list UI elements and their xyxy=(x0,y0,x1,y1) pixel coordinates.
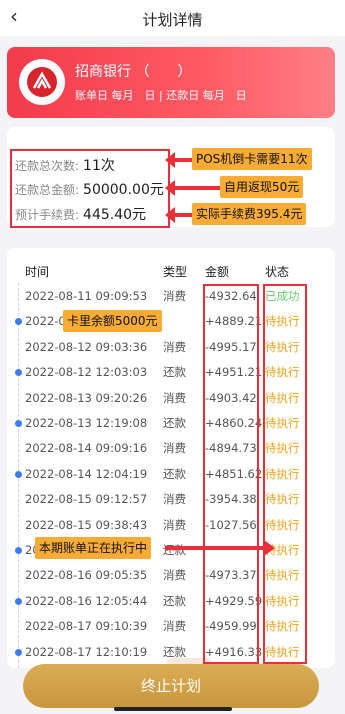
page-title: 计划详情 xyxy=(142,11,203,29)
arrow-executing xyxy=(165,540,275,556)
arrow-cashback xyxy=(165,180,220,196)
timeline-dot xyxy=(15,648,22,656)
summary-row-fee: 预计手续费: 445.40元 xyxy=(15,207,147,223)
summary-row-amount: 还款总金额: 50000.00元 xyxy=(15,182,164,198)
timeline-dot xyxy=(15,420,22,427)
row-time: 2022-08-16 12:05:44 xyxy=(25,593,148,608)
timeline-dot xyxy=(15,597,22,605)
row-type: 消费 xyxy=(163,441,186,456)
row-time: 2022-08-15 09:12:57 xyxy=(25,492,148,507)
row-time: 2022-08-12 09:03:36 xyxy=(25,339,148,354)
nav-bar: ‹ 计划详情 xyxy=(0,0,345,36)
row-time: 2022-08-14 09:09:16 xyxy=(25,441,148,456)
timeline-dot xyxy=(15,547,22,554)
row-time: 2022-08-11 09:09:53 xyxy=(25,289,148,303)
row-type: 消费 xyxy=(163,339,186,354)
bank-billing-info: 账单日 每月 日 | 还款日 每月 日 xyxy=(75,89,247,102)
row-type: 还款 xyxy=(163,416,186,430)
arrow-pos xyxy=(165,152,192,168)
amount-highlight-box xyxy=(203,284,259,664)
bank-name: 招商银行 （ ） xyxy=(75,64,192,80)
row-type: 消费 xyxy=(163,517,186,532)
row-time: 2022-08-13 12:19:08 xyxy=(25,416,148,430)
row-time: 2022-08-16 09:05:35 xyxy=(25,568,148,583)
row-type: 还款 xyxy=(163,593,186,608)
row-time: 2022-08-12 12:03:03 xyxy=(25,365,148,380)
row-type: 还款 xyxy=(163,644,186,659)
summary-row-count: 还款总次数: 11次 xyxy=(15,158,115,174)
row-type: 消费 xyxy=(163,619,186,634)
callout-cashback: 自用返现50元 xyxy=(220,176,304,198)
row-type: 还款 xyxy=(163,543,186,557)
home-indicator xyxy=(114,707,232,711)
bank-card: 招商银行 （ ） 账单日 每月 日 | 还款日 每月 日 xyxy=(7,47,335,118)
row-time: 2022-08-17 12:10:19 xyxy=(25,644,148,659)
arrow-fee xyxy=(165,207,192,223)
transaction-records: 时间 类型 金额 状态 2022-08-11 09:09:53 消费 -4932.6… xyxy=(7,248,335,668)
row-type: 还款 xyxy=(163,466,186,481)
header-amount: 金额 xyxy=(205,265,230,279)
row-type: 消费 xyxy=(163,492,186,507)
row-time: 2022-08-13 09:20:26 xyxy=(25,390,148,405)
status-highlight-box xyxy=(263,284,307,664)
stop-plan-button[interactable]: 终止计划 xyxy=(23,664,319,708)
callout-balance: 卡里余额5000元 xyxy=(63,310,162,332)
header-status: 状态 xyxy=(265,265,290,279)
row-type: 还款 xyxy=(163,365,186,380)
row-type: 消费 xyxy=(163,289,186,303)
callout-pos: POS机倒卡需要11次 xyxy=(192,148,312,170)
row-type: 消费 xyxy=(163,568,186,583)
timeline-dot xyxy=(15,470,22,478)
callout-executing: 本期账单正在执行中 xyxy=(35,537,152,559)
callout-actual-fee: 实际手续费395.4元 xyxy=(192,203,307,225)
header-time: 时间 xyxy=(25,265,50,279)
row-type: 消费 xyxy=(163,390,186,405)
row-time: 2022-08-17 09:10:39 xyxy=(25,619,148,634)
row-time: 2022-08-15 09:38:43 xyxy=(25,517,148,532)
row-time: 2022-08-14 12:04:19 xyxy=(25,466,148,481)
cmb-logo-icon xyxy=(19,59,65,105)
header-type: 类型 xyxy=(163,265,188,279)
